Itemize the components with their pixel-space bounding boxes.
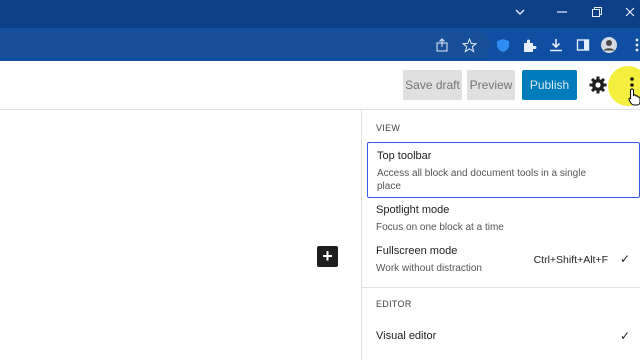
menu-item-fullscreen-mode[interactable]: Fullscreen mode Work without distraction…: [367, 243, 640, 279]
share-icon[interactable]: [431, 34, 453, 56]
extensions-icon[interactable]: [518, 34, 540, 56]
close-icon[interactable]: [620, 4, 640, 24]
sidepanel-icon[interactable]: [572, 34, 594, 56]
menu-item-title: Fullscreen mode: [376, 245, 458, 257]
download-icon[interactable]: [545, 34, 567, 56]
browser-menu-icon[interactable]: [626, 34, 640, 56]
add-block-button[interactable]: +: [317, 246, 338, 267]
menu-item-spotlight-mode[interactable]: Spotlight mode Focus on one block at a t…: [367, 202, 640, 238]
menu-item-title: Visual editor: [376, 330, 437, 342]
browser-titlebar: [0, 0, 640, 28]
star-icon[interactable]: [458, 34, 480, 56]
editor-group-label: EDITOR: [376, 299, 412, 309]
menu-item-description: Focus on one block at a time: [376, 222, 504, 233]
check-icon: ✓: [619, 252, 630, 266]
shield-icon[interactable]: [492, 34, 514, 56]
check-icon: ✓: [619, 329, 630, 343]
save-draft-button[interactable]: Save draft: [403, 70, 462, 100]
publish-button[interactable]: Publish: [522, 70, 577, 100]
menu-item-visual-editor[interactable]: Visual editor ✓: [367, 326, 640, 348]
address-field[interactable]: [0, 31, 490, 58]
menu-item-description: Access all block and document tools in a…: [377, 168, 587, 192]
menu-item-shortcut: Ctrl+Shift+Alt+F: [533, 254, 608, 266]
view-group-label: VIEW: [376, 123, 401, 133]
chevron-down-icon[interactable]: [510, 4, 530, 24]
menu-item-title: Spotlight mode: [376, 204, 450, 216]
profile-icon[interactable]: [598, 34, 620, 56]
minimize-icon[interactable]: [552, 4, 572, 24]
menu-item-title: Top toolbar: [377, 150, 432, 162]
browser-toolbar: [0, 28, 640, 61]
gear-icon[interactable]: [587, 74, 609, 96]
options-dropdown: VIEW Top toolbar Access all block and do…: [361, 110, 640, 360]
menu-item-description: Work without distraction: [376, 263, 482, 274]
menu-divider: [362, 287, 640, 288]
menu-item-top-toolbar[interactable]: Top toolbar Access all block and documen…: [367, 142, 640, 198]
preview-button[interactable]: Preview: [467, 70, 515, 100]
restore-icon[interactable]: [587, 4, 607, 24]
hand-cursor-icon: [628, 88, 640, 106]
editor-header: Save draft Preview Publish: [0, 61, 640, 110]
